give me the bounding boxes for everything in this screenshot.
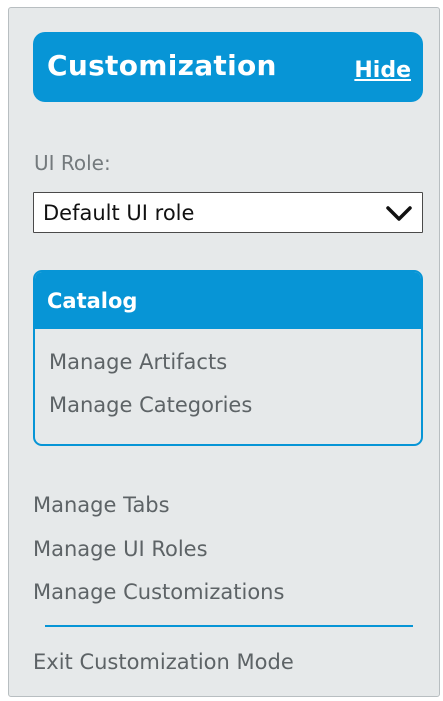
manage-ui-roles-link[interactable]: Manage UI Roles xyxy=(33,536,208,562)
ui-role-select[interactable]: Default UI role xyxy=(33,192,423,233)
ui-role-label: UI Role: xyxy=(34,151,111,175)
customization-title: Customization xyxy=(47,49,277,82)
manage-artifacts-link[interactable]: Manage Artifacts xyxy=(49,349,227,375)
manage-tabs-link[interactable]: Manage Tabs xyxy=(33,492,170,518)
hide-link[interactable]: Hide xyxy=(354,58,411,84)
catalog-section: Catalog Manage Artifacts Manage Categori… xyxy=(33,270,423,446)
customization-header: Customization Hide xyxy=(33,32,423,102)
exit-customization-mode-link[interactable]: Exit Customization Mode xyxy=(33,649,294,675)
menu-divider xyxy=(45,625,413,627)
manage-customizations-link[interactable]: Manage Customizations xyxy=(33,579,284,605)
chevron-down-icon xyxy=(386,206,412,221)
customization-panel: Customization Hide UI Role: Default UI r… xyxy=(8,7,440,697)
manage-categories-link[interactable]: Manage Categories xyxy=(49,392,252,418)
catalog-title: Catalog xyxy=(47,289,138,313)
catalog-header: Catalog xyxy=(35,272,421,329)
ui-role-selected-value: Default UI role xyxy=(43,201,195,225)
